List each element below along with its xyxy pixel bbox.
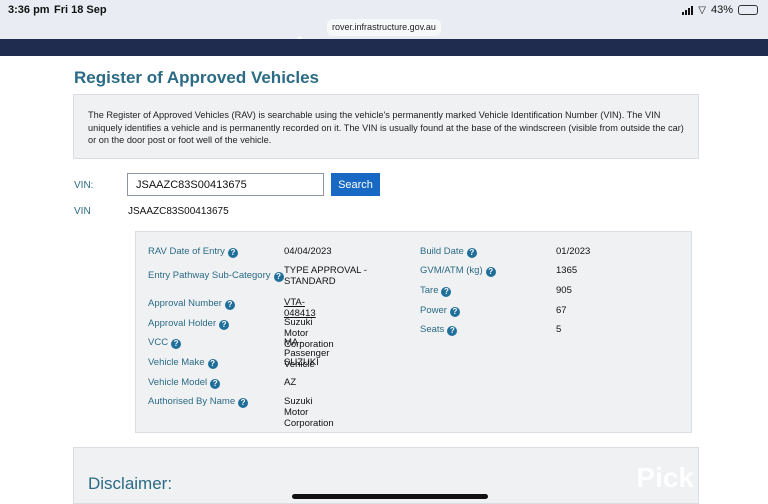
detail-label: GVM/ATM (kg)? — [420, 265, 496, 277]
status-date: Fri 18 Sep — [54, 4, 107, 16]
help-icon[interactable]: ? — [485, 267, 496, 277]
help-icon[interactable]: ? — [207, 359, 218, 369]
vin-search-label: VIN: — [74, 180, 94, 191]
approval-number-link[interactable]: VTA-048413 — [284, 297, 316, 319]
detail-label: Approval Holder? — [148, 318, 230, 330]
disclaimer-title: Disclaimer: — [88, 474, 173, 493]
status-right: ▽ 43% — [682, 4, 758, 16]
detail-label: Seats? — [420, 324, 458, 336]
detail-label: Tare? — [420, 285, 452, 297]
cellular-signal-icon — [682, 5, 694, 15]
help-icon[interactable]: ? — [238, 398, 249, 408]
help-icon[interactable]: ? — [449, 307, 460, 317]
detail-value: AZ — [284, 377, 297, 388]
help-icon[interactable]: ? — [219, 320, 230, 330]
detail-value: 01/2023 — [556, 246, 591, 257]
vehicle-details-panel: RAV Date of Entry? 04/04/2023 Entry Path… — [135, 231, 692, 433]
page-title: Register of Approved Vehicles — [74, 68, 319, 87]
detail-label: VCC? — [148, 337, 182, 349]
help-icon[interactable]: ? — [273, 272, 284, 282]
battery-percent: 43% — [710, 4, 733, 16]
search-button[interactable]: Search — [331, 173, 380, 196]
home-indicator[interactable] — [292, 494, 488, 499]
detail-label: Authorised By Name? — [148, 396, 249, 408]
battery-icon — [738, 5, 758, 15]
help-icon[interactable]: ? — [171, 339, 182, 349]
help-icon[interactable]: ? — [224, 300, 235, 310]
wifi-icon: ▽ — [698, 4, 706, 16]
detail-label: Power? — [420, 305, 460, 317]
detail-label: Vehicle Model? — [148, 377, 221, 389]
detail-value: 905 — [556, 285, 572, 296]
intro-text: The Register of Approved Vehicles (RAV) … — [88, 110, 684, 146]
detail-label: RAV Date of Entry? — [148, 246, 238, 258]
result-vin-value: JSAAZC83S00413675 — [128, 206, 229, 217]
detail-value: SUZUKI — [284, 357, 319, 368]
status-time: 3:36 pm — [8, 4, 50, 16]
help-icon[interactable]: ? — [447, 326, 458, 336]
help-icon[interactable]: ? — [441, 287, 452, 297]
header-nav-band — [0, 39, 768, 56]
detail-value: 67 — [556, 305, 567, 316]
detail-value: 1365 — [556, 265, 578, 276]
detail-value: 04/04/2023 — [284, 246, 332, 257]
detail-value: Suzuki Motor Corporation — [284, 396, 334, 429]
intro-box: The Register of Approved Vehicles (RAV) … — [73, 94, 699, 159]
watermark: Pick — [636, 462, 694, 493]
detail-value: TYPE APPROVAL - STANDARD — [284, 265, 367, 287]
detail-label: Build Date? — [420, 246, 477, 258]
result-vin-label: VIN — [74, 206, 91, 217]
address-bar[interactable]: rover.infrastructure.gov.au — [327, 19, 441, 36]
help-icon[interactable]: ? — [466, 248, 477, 258]
detail-label: Entry Pathway Sub-Category? — [148, 270, 284, 282]
detail-label: Approval Number? — [148, 298, 235, 310]
help-icon[interactable]: ? — [210, 379, 221, 389]
detail-label: Vehicle Make? — [148, 357, 218, 369]
vin-search-input[interactable] — [127, 173, 324, 196]
help-icon[interactable]: ? — [227, 248, 238, 258]
detail-value: 5 — [556, 324, 562, 335]
